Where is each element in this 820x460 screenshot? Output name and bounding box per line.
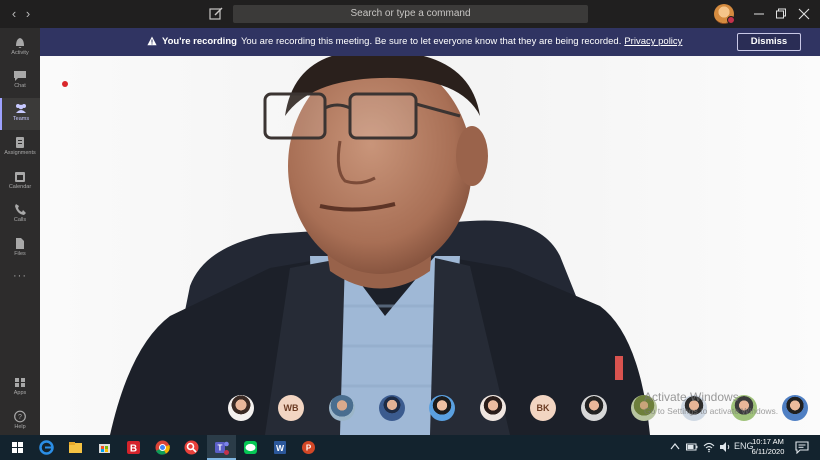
rail-label: Activity: [11, 50, 29, 56]
calendar-icon: [15, 172, 25, 182]
rail-label: Chat: [14, 83, 26, 89]
participant-avatar[interactable]: [429, 395, 455, 421]
participant-avatar[interactable]: [480, 395, 506, 421]
search-app-icon[interactable]: [182, 438, 201, 457]
compose-icon[interactable]: [208, 6, 224, 22]
rail-label: Files: [14, 251, 26, 257]
minimize-icon[interactable]: [752, 6, 766, 22]
dismiss-button[interactable]: Dismiss: [737, 33, 801, 51]
rail-item-apps[interactable]: Apps: [0, 372, 40, 404]
notification-icon[interactable]: [795, 440, 809, 454]
participant-avatar[interactable]: [581, 395, 607, 421]
recording-message: You're recording You are recording this m…: [147, 28, 682, 56]
title-bar: ‹ › Search or type a command: [0, 0, 820, 28]
recording-banner: You're recording You are recording this m…: [40, 28, 820, 56]
help-icon: ?: [14, 410, 26, 423]
teams-icon: [16, 104, 26, 113]
recording-indicator: [62, 81, 68, 87]
search-input[interactable]: Search or type a command: [233, 5, 588, 23]
activate-windows-watermark: Activate Windows: [644, 390, 739, 404]
back-arrow-icon[interactable]: ‹: [8, 6, 20, 22]
rail-item-help[interactable]: ? Help: [0, 406, 40, 438]
phone-icon: [15, 204, 26, 215]
clock-time: 10:17 AM: [752, 437, 784, 446]
bell-icon: [16, 38, 24, 48]
rail-label: Help: [14, 424, 26, 430]
files-icon: [16, 238, 24, 249]
rail-item-calendar[interactable]: Calendar: [0, 166, 40, 198]
rail-item-calls[interactable]: Calls: [0, 199, 40, 231]
teams-app-icon[interactable]: T: [212, 438, 231, 457]
battery-icon[interactable]: [686, 442, 698, 452]
wifi-icon[interactable]: [703, 441, 715, 453]
apps-icon: [15, 378, 25, 387]
taskbar: B T W P ENG 10:17 AM 6/11/2020: [0, 435, 820, 460]
clock-date: 6/11/2020: [751, 447, 785, 456]
svg-text:T: T: [218, 444, 223, 453]
activate-windows-subtitle: Go to Settings to activate Windows.: [644, 406, 779, 416]
chrome-icon[interactable]: [153, 438, 172, 457]
rail-label: Calls: [13, 217, 27, 223]
participant-avatar[interactable]: WB: [278, 395, 304, 421]
warning-icon: [147, 36, 157, 46]
word-icon[interactable]: W: [270, 438, 289, 457]
rail-label: Assignments: [4, 150, 36, 156]
store-icon[interactable]: [95, 438, 114, 457]
file-explorer-icon[interactable]: [66, 438, 85, 457]
status-badge: [727, 16, 735, 24]
rail-label: Apps: [13, 390, 27, 396]
participant-avatar[interactable]: [379, 395, 405, 421]
close-icon[interactable]: [797, 6, 811, 22]
forward-arrow-icon[interactable]: ›: [22, 6, 34, 22]
rail-label: Calendar: [8, 184, 32, 190]
more-apps-icon[interactable]: ···: [0, 270, 40, 288]
rail-item-files[interactable]: Files: [0, 233, 40, 265]
volume-icon[interactable]: [719, 441, 731, 453]
participant-avatar[interactable]: [782, 395, 808, 421]
recording-text: You are recording this meeting. Be sure …: [240, 36, 622, 47]
app-bar: Activity Chat Teams Assignments Calendar…: [0, 28, 40, 435]
participant-strip: WB BK Activate Windows Go to Settings to…: [40, 379, 820, 435]
system-clock[interactable]: 10:17 AM 6/11/2020: [748, 437, 788, 457]
windows-start-icon[interactable]: [8, 438, 27, 457]
line-app-icon[interactable]: [241, 438, 260, 457]
rail-item-chat[interactable]: Chat: [0, 65, 40, 97]
svg-text:B: B: [130, 444, 137, 455]
powerpoint-icon[interactable]: P: [299, 438, 318, 457]
rail-item-teams[interactable]: Teams: [0, 98, 40, 130]
rail-item-activity[interactable]: Activity: [0, 32, 40, 64]
svg-text:P: P: [306, 444, 312, 453]
recording-title: You're recording: [162, 36, 237, 47]
chat-icon: [14, 71, 26, 81]
privacy-policy-link[interactable]: Privacy policy: [624, 36, 682, 47]
svg-text:W: W: [276, 443, 285, 453]
participant-avatar[interactable]: BK: [530, 395, 556, 421]
participant-avatar[interactable]: [228, 395, 254, 421]
edge-icon[interactable]: [37, 438, 56, 457]
svg-text:?: ?: [18, 414, 22, 421]
video-stage: WB BK Activate Windows Go to Settings to…: [40, 56, 820, 435]
rail-item-assignments[interactable]: Assignments: [0, 132, 40, 164]
b-app-icon[interactable]: B: [124, 438, 143, 457]
teams-window: ‹ › Search or type a command Activity Ch…: [0, 0, 820, 435]
assignments-icon: [16, 137, 24, 148]
restore-icon[interactable]: [774, 6, 788, 22]
rail-label: Teams: [12, 116, 30, 122]
participant-avatar[interactable]: [329, 395, 355, 421]
chevron-up-icon[interactable]: [670, 441, 680, 453]
